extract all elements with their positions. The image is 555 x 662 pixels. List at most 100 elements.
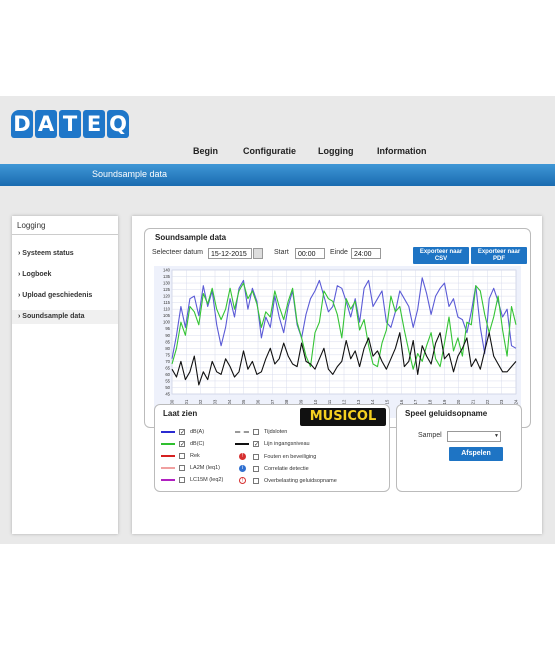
nav-item-logging[interactable]: Logging [318,146,354,156]
legend-panel: Laat zien MUSICOL ✓ dB(A) ✓ dB(C) Rek LA2M… [154,404,390,492]
info-icon: i [239,465,246,472]
nav-item-information[interactable]: Information [377,146,427,156]
y-tick-label: 65 [165,365,170,370]
checkbox-dba[interactable]: ✓ [179,429,185,436]
y-tick-label: 110 [163,307,170,312]
y-tick-label: 95 [165,326,170,331]
legend-title: Laat zien [163,409,198,418]
y-tick-label: 70 [165,359,170,364]
alert-icon: ! [239,477,246,484]
export-pdf-button[interactable]: Exporteer naar PDF [471,247,527,264]
sidebar-item-logboek[interactable]: › Logboek [18,271,51,278]
sidebar-header: Logging [12,216,118,235]
sound-chart: 45 50 55 60 65 70 75 80 85 90 95 100 105 110 115 120 125… [154,266,521,418]
y-tick-label: 130 [163,281,171,286]
y-tick-label: 50 [165,385,170,390]
end-label: Einde [330,249,348,256]
y-tick-label: 80 [165,346,170,351]
export-csv-button[interactable]: Exporteer naar CSV [413,247,469,264]
nav-item-begin[interactable]: Begin [193,146,218,156]
sidebar-item-soundsample-data[interactable]: › Soundsample data [12,310,118,324]
start-time-field[interactable]: 00:00 [295,248,325,259]
card-title: Soundsample data [155,233,227,242]
legend-label: Lijn ingangsniveau [264,441,310,447]
end-time-field[interactable]: 24:00 [351,248,381,259]
y-tick-label: 140 [163,268,171,273]
date-label: Selecteer datum [152,249,203,256]
y-tick-label: 135 [163,274,171,279]
start-label: Start [274,249,289,256]
sidebar-item-upload-geschiedenis[interactable]: › Upload geschiedenis [18,292,92,299]
legend-label: LC15M (leq2) [190,477,224,483]
soundsample-card: Soundsample data Selecteer datum 15-12-2… [144,228,531,428]
logo-letter: E [83,110,105,138]
legend-label: dB(A) [190,429,205,435]
main-content: Soundsample data Selecteer datum 15-12-2… [132,216,542,534]
legend-label: Correlatie detectie [264,465,309,472]
y-tick-label: 85 [165,339,170,344]
y-tick-label: 100 [163,320,171,325]
nav-item-configuratie[interactable]: Configuratie [243,146,296,156]
sidebar-item-systeem-status[interactable]: › Systeem status [18,250,74,257]
banner-title: Soundsample data [92,169,168,179]
legend-item-la2m[interactable]: LA2M (leq1) [161,465,220,471]
y-tick-label: 125 [163,287,171,292]
date-field[interactable]: 15-12-2015 [208,248,252,259]
logo-letter: A [35,110,57,138]
y-tick-label: 55 [165,378,170,383]
play-panel: Speel geluidsopname Sampel ▼ Afspelen [396,404,522,492]
legend-label: Rek [190,453,200,459]
play-button[interactable]: Afspelen [449,447,503,461]
y-tick-label: 60 [165,372,170,377]
logo-letter: Q [107,110,129,138]
logo-letter: T [59,110,81,138]
y-tick-label: 120 [163,294,171,299]
warning-icon: ! [239,453,246,460]
y-tick-label: 90 [165,333,170,338]
legend-item-lc15m[interactable]: LC15M (leq2) [161,477,223,483]
legend-item-fouten[interactable]: ! Fouten en beveiliging [235,453,316,460]
sidebar-item-label: Upload geschiedenis [22,292,93,299]
checkbox-overbelasting[interactable] [253,477,259,484]
legend-item-tijdsloten[interactable]: Tijdsloten [235,429,287,435]
legend-item-rek[interactable]: Rek [161,453,200,459]
dateq-logo[interactable]: D A T E Q [11,110,131,140]
y-tick-label: 105 [163,313,171,318]
page-background: D A T E Q Begin Configuratie Logging Inf… [0,96,555,544]
checkbox-fouten[interactable] [253,453,259,460]
page-banner: Soundsample data [0,164,555,186]
legend-item-overbelasting[interactable]: ! Overbelasting geluidsopname [235,477,337,484]
checkbox-correlatie[interactable] [253,465,259,472]
checkbox-la2m[interactable] [179,465,185,471]
sample-select[interactable] [447,431,501,442]
legend-item-correlatie[interactable]: i Correlatie detectie [235,465,309,472]
legend-label: LA2M (leq1) [190,465,220,471]
legend-item-dba[interactable]: ✓ dB(A) [161,429,205,436]
calendar-button[interactable] [253,248,263,259]
main-nav: Begin Configuratie Logging Information [0,146,555,160]
y-tick-label: 75 [165,352,170,357]
checkbox-rek[interactable] [179,453,185,459]
chart-svg: 4550556065707580859095100105110115120125… [163,268,519,405]
legend-label: Fouten en beveiliging [264,453,317,460]
sidebar-item-label: Systeem status [22,250,74,257]
checkbox-lc15m[interactable] [179,477,185,483]
logo-letter: D [11,110,33,138]
checkbox-tijdsloten[interactable] [253,429,259,435]
musicol-logo: MUSICOL [300,408,386,426]
sample-label: Sampel [418,432,442,439]
sidebar: Logging › Systeem status › Logboek › Upl… [12,216,118,534]
checkbox-dbc[interactable]: ✓ [179,441,185,448]
legend-label: Overbelasting geluidsopname [264,477,337,484]
sidebar-item-label: Soundsample data [22,313,85,320]
chevron-down-icon: ▼ [494,433,499,439]
legend-item-lijn-ingangsniveau[interactable]: ✓ Lijn ingangsniveau [235,441,310,448]
checkbox-lijn-ingangsniveau[interactable]: ✓ [253,441,259,448]
legend-label: Tijdsloten [264,429,288,435]
legend-label: dB(C) [190,441,205,447]
play-title: Speel geluidsopname [405,409,488,418]
y-tick-label: 45 [165,392,170,397]
y-tick-label: 115 [163,300,170,305]
sidebar-item-label: Logboek [22,271,52,278]
legend-item-dbc[interactable]: ✓ dB(C) [161,441,205,448]
